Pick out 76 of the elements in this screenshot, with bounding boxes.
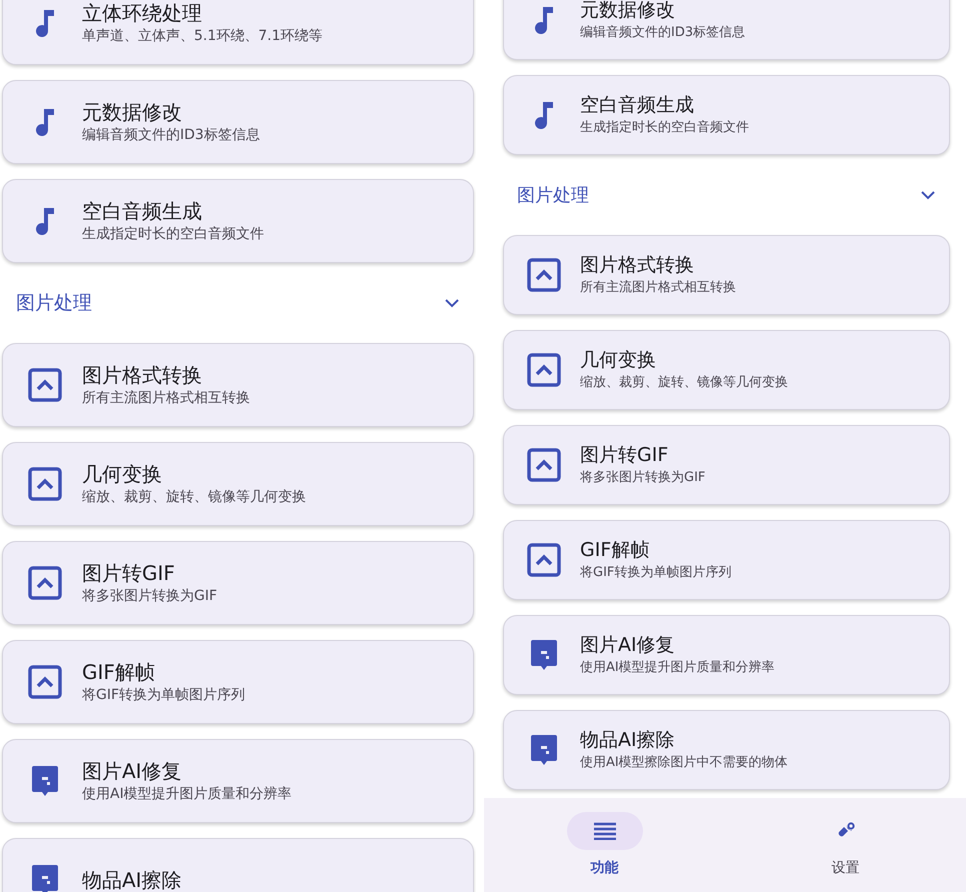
card-subtitle: 所有主流图片格式相互转换: [580, 280, 736, 296]
card-title: GIF解帧: [580, 539, 650, 563]
card-title: 物品AI擦除: [580, 729, 676, 753]
music-note-icon: [533, 5, 555, 35]
chevron-icon[interactable]: [444, 298, 460, 308]
feature-card[interactable]: 图片格式转换 所有主流图片格式相互转换: [2, 343, 474, 427]
nav-tab[interactable]: 功能: [484, 798, 725, 892]
card-subtitle: 单声道、立体声、5.1环绕、7.1环绕等: [82, 28, 323, 46]
feature-card[interactable]: 图片转GIF 将多张图片转换为GIF: [2, 541, 474, 625]
card-title: 图片格式转换: [580, 254, 695, 278]
feature-card[interactable]: 几何变换 缩放、裁剪、旋转、镜像等几何变换: [2, 442, 474, 526]
feature-card[interactable]: 立体环绕处理 单声道、立体声、5.1环绕、7.1环绕等: [2, 0, 474, 65]
feature-card[interactable]: GIF解帧 将GIF转换为单帧图片序列: [503, 520, 950, 600]
feature-card[interactable]: GIF解帧 将GIF转换为单帧图片序列: [2, 640, 474, 724]
feature-card[interactable]: 空白音频生成 生成指定时长的空白音频文件: [503, 75, 950, 155]
card-title: 图片格式转换: [82, 362, 203, 388]
feature-card[interactable]: 元数据修改 编辑音频文件的ID3标签信息: [503, 0, 950, 60]
section-header: 图片处理: [16, 290, 92, 316]
image-icon: [28, 665, 62, 699]
card-subtitle: 将GIF转换为单帧图片序列: [82, 686, 246, 704]
card-title: 元数据修改: [580, 0, 676, 23]
nav-tab[interactable]: 设置: [725, 798, 966, 892]
nav-label: 设置: [832, 859, 860, 878]
section-header: 图片处理: [517, 184, 589, 208]
image-icon: [527, 543, 561, 577]
card-subtitle: 将多张图片转换为GIF: [580, 470, 706, 486]
card-subtitle: 使用AI模型擦除图片中不需要的物体: [580, 754, 788, 771]
feature-card[interactable]: 物品AI擦除: [2, 838, 474, 892]
card-subtitle: 生成指定时长的空白音频文件: [82, 226, 264, 244]
card-title: 几何变换: [82, 462, 163, 487]
feature-card[interactable]: 图片AI修复 使用AI模型提升图片质量和分辨率: [2, 739, 474, 823]
card-title: 元数据修改: [82, 100, 183, 125]
image-icon: [527, 258, 561, 292]
card-subtitle: 使用AI模型提升图片质量和分辨率: [82, 786, 292, 804]
feature-card[interactable]: 物品AI擦除 使用AI模型擦除图片中不需要的物体: [503, 710, 950, 790]
feature-card[interactable]: 图片转GIF 将多张图片转换为GIF: [503, 425, 950, 505]
music-note-icon: [34, 8, 56, 38]
chevron-icon[interactable]: [920, 190, 936, 200]
card-subtitle: 将多张图片转换为GIF: [82, 588, 218, 606]
feature-card[interactable]: 空白音频生成 生成指定时长的空白音频文件: [2, 179, 474, 263]
card-title: 立体环绕处理: [82, 0, 203, 26]
feature-card[interactable]: 元数据修改 编辑音频文件的ID3标签信息: [2, 80, 474, 164]
card-title: 空白音频生成: [82, 198, 203, 224]
card-title: 图片转GIF: [82, 560, 176, 586]
menu-icon: [594, 822, 616, 840]
image-icon: [28, 467, 62, 501]
card-title: 几何变换: [580, 349, 657, 373]
card-subtitle: 将GIF转换为单帧图片序列: [580, 564, 732, 581]
feature-card[interactable]: 图片AI修复 使用AI模型提升图片质量和分辨率: [503, 615, 950, 695]
card-title: GIF解帧: [82, 660, 156, 685]
card-title: 空白音频生成: [580, 94, 695, 118]
image-icon: [527, 448, 561, 482]
chat-bubble-icon: [30, 863, 60, 892]
image-icon: [28, 368, 62, 402]
card-title: 图片AI修复: [580, 634, 676, 658]
card-subtitle: 所有主流图片格式相互转换: [82, 390, 250, 408]
card-subtitle: 缩放、裁剪、旋转、镜像等几何变换: [82, 488, 306, 506]
chat-bubble-icon: [30, 764, 60, 798]
image-icon: [527, 353, 561, 387]
card-subtitle: 使用AI模型提升图片质量和分辨率: [580, 660, 775, 676]
card-title: 物品AI擦除: [82, 868, 182, 892]
music-note-icon: [34, 206, 56, 236]
chat-bubble-icon: [529, 733, 559, 767]
feature-card[interactable]: 几何变换 缩放、裁剪、旋转、镜像等几何变换: [503, 330, 950, 410]
image-icon: [28, 566, 62, 600]
feature-card[interactable]: 图片格式转换 所有主流图片格式相互转换: [503, 235, 950, 315]
music-note-icon: [34, 107, 56, 137]
nav-label: 功能: [590, 859, 618, 878]
card-title: 图片转GIF: [580, 444, 670, 468]
chat-bubble-icon: [529, 638, 559, 672]
card-title: 图片AI修复: [82, 758, 183, 784]
card-subtitle: 缩放、裁剪、旋转、镜像等几何变换: [580, 374, 788, 391]
card-subtitle: 编辑音频文件的ID3标签信息: [82, 126, 260, 144]
music-note-icon: [533, 100, 555, 130]
card-subtitle: 生成指定时长的空白音频文件: [580, 120, 749, 136]
card-subtitle: 编辑音频文件的ID3标签信息: [580, 24, 746, 41]
